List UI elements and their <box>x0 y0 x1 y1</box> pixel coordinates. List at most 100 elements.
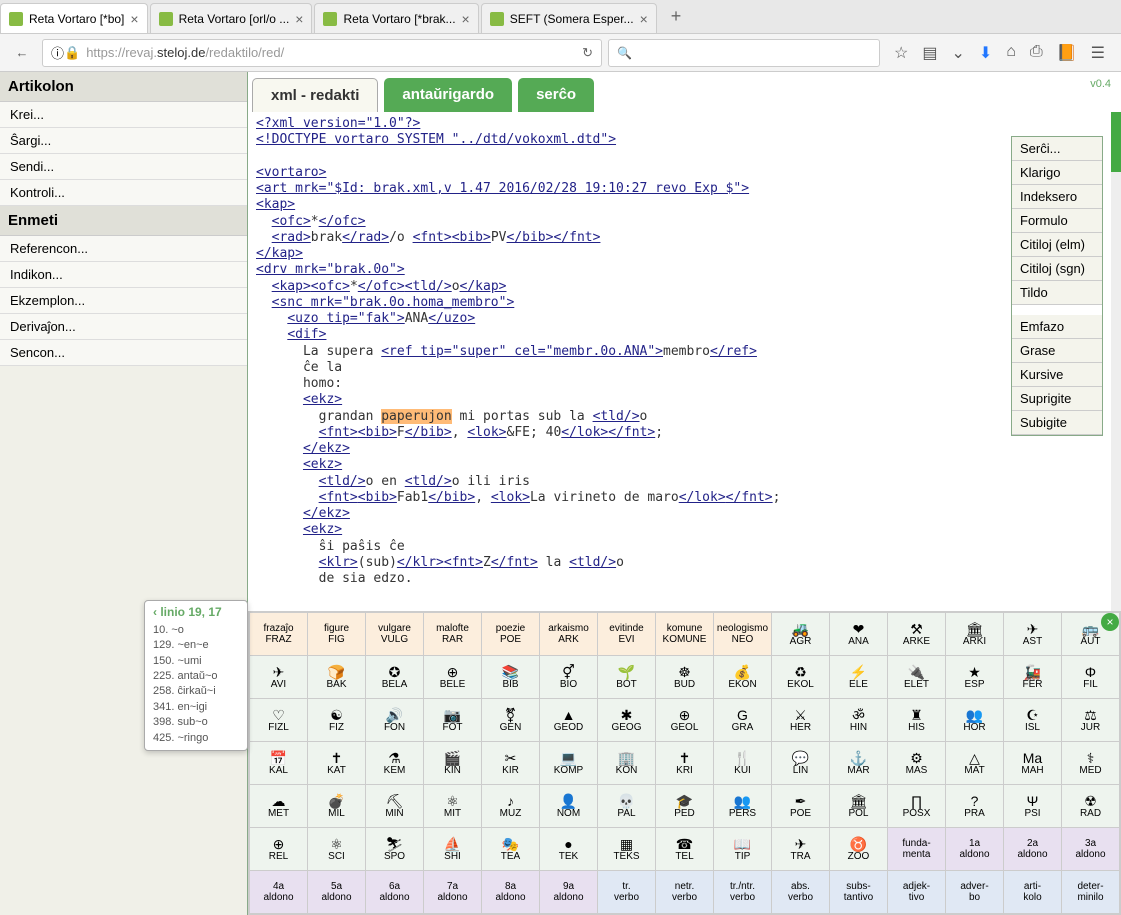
grid-cell-gen[interactable]: ⚧GEN <box>482 699 539 741</box>
enmeti-item[interactable]: Indikon... <box>0 262 247 288</box>
grid-cell-met[interactable]: ☁MET <box>250 785 307 827</box>
right-panel-item[interactable]: Citiloj (sgn) <box>1012 257 1102 281</box>
artikolon-item[interactable]: Sendi... <box>0 154 247 180</box>
right-panel-item[interactable]: Serĉi... <box>1012 137 1102 161</box>
grid-cell-tek[interactable]: ●TEK <box>540 828 597 870</box>
url-input[interactable]: ⓘ 🔒 https://revaj.steloj.de/redaktilo/re… <box>42 39 602 67</box>
grid-cell-fizl[interactable]: ♡FIZL <box>250 699 307 741</box>
download-icon[interactable]: ⬇ <box>979 43 992 63</box>
close-grid-button[interactable]: × <box>1101 613 1119 631</box>
grid-cell-pra[interactable]: ?PRA <box>946 785 1003 827</box>
reload-icon[interactable]: ↻ <box>582 45 593 61</box>
grid-cell-aldono[interactable]: 8aaldono <box>482 871 539 913</box>
browser-tab[interactable]: Reta Vortaro [*brak...× <box>314 3 478 33</box>
grid-cell-geol[interactable]: ⊕GEOL <box>656 699 713 741</box>
grid-cell-kolo[interactable]: arti-kolo <box>1004 871 1061 913</box>
grid-cell-nom[interactable]: 👤NOM <box>540 785 597 827</box>
grid-cell-komune[interactable]: komuneKOMUNE <box>656 613 713 655</box>
grid-cell-esp[interactable]: ★ESP <box>946 656 1003 698</box>
grid-cell-isl[interactable]: ☪ISL <box>1004 699 1061 741</box>
grid-cell-mil[interactable]: 💣MIL <box>308 785 365 827</box>
grid-cell-ark[interactable]: arkaismoARK <box>540 613 597 655</box>
grid-cell-ast[interactable]: ✈AST <box>1004 613 1061 655</box>
right-panel-item[interactable]: Klarigo <box>1012 161 1102 185</box>
grid-cell-poe[interactable]: ✒POE <box>772 785 829 827</box>
grid-cell-pers[interactable]: 👥PERS <box>714 785 771 827</box>
grid-cell-psi[interactable]: ΨPSI <box>1004 785 1061 827</box>
grid-cell-fer[interactable]: 🚂FER <box>1004 656 1061 698</box>
grid-cell-fon[interactable]: 🔊FON <box>366 699 423 741</box>
new-tab-button[interactable]: + <box>659 0 694 33</box>
artikolon-item[interactable]: Kontroli... <box>0 180 247 206</box>
grid-cell-fot[interactable]: 📷FOT <box>424 699 481 741</box>
grid-cell-kin[interactable]: 🎬KIN <box>424 742 481 784</box>
browser-tab[interactable]: Reta Vortaro [orl/o ...× <box>150 3 313 33</box>
enmeti-item[interactable]: Derivaĵon... <box>0 314 247 340</box>
grid-cell-mah[interactable]: MaMAH <box>1004 742 1061 784</box>
right-panel-item[interactable]: Subigite <box>1012 411 1102 435</box>
grid-cell-pol[interactable]: 🏛POL <box>830 785 887 827</box>
grid-cell-ekon[interactable]: 💰EKON <box>714 656 771 698</box>
grid-cell-rel[interactable]: ⊕REL <box>250 828 307 870</box>
grid-cell-vulg[interactable]: vulgareVULG <box>366 613 423 655</box>
grid-cell-zoo[interactable]: ♉ZOO <box>830 828 887 870</box>
grid-cell-fig[interactable]: figureFIG <box>308 613 365 655</box>
grid-cell-aldono[interactable]: 1aaldono <box>946 828 1003 870</box>
artikolon-item[interactable]: Ŝargi... <box>0 128 247 154</box>
right-panel-item[interactable]: Citiloj (elm) <box>1012 233 1102 257</box>
grid-cell-mar[interactable]: ⚓MAR <box>830 742 887 784</box>
pocket-icon[interactable]: ⌄ <box>951 43 964 63</box>
grid-cell-menta[interactable]: funda-menta <box>888 828 945 870</box>
grid-cell-fiz[interactable]: ☯FIZ <box>308 699 365 741</box>
grid-cell-kal[interactable]: 📅KAL <box>250 742 307 784</box>
grid-cell-sci[interactable]: ⚛SCI <box>308 828 365 870</box>
artikolon-item[interactable]: Krei... <box>0 102 247 128</box>
grid-cell-mat[interactable]: △MAT <box>946 742 1003 784</box>
grid-cell-ekol[interactable]: ♻EKOL <box>772 656 829 698</box>
enmeti-item[interactable]: Sencon... <box>0 340 247 366</box>
content-tab[interactable]: serĉo <box>518 78 594 112</box>
grid-cell-fil[interactable]: ΦFIL <box>1062 656 1119 698</box>
grid-cell-kui[interactable]: 🍴KUI <box>714 742 771 784</box>
grid-cell-bele[interactable]: ⊕BELE <box>424 656 481 698</box>
grid-cell-aldono[interactable]: 9aaldono <box>540 871 597 913</box>
grid-cell-gra[interactable]: GGRA <box>714 699 771 741</box>
grid-cell-kon[interactable]: 🏢KON <box>598 742 655 784</box>
enmeti-item[interactable]: Referencon... <box>0 236 247 262</box>
menu-icon[interactable]: ☰ <box>1091 43 1105 63</box>
right-panel-item[interactable]: Suprigite <box>1012 387 1102 411</box>
tab-close-icon[interactable]: × <box>295 11 303 27</box>
grid-cell-bela[interactable]: ✪BELA <box>366 656 423 698</box>
tab-close-icon[interactable]: × <box>130 11 138 27</box>
grid-cell-ana[interactable]: ❤ANA <box>830 613 887 655</box>
grid-cell-aldono[interactable]: 6aaldono <box>366 871 423 913</box>
grid-cell-tip[interactable]: 📖TIP <box>714 828 771 870</box>
screenshot-icon[interactable]: ⎙ <box>1030 43 1043 63</box>
xml-editor[interactable]: <?xml version="1.0"?> <!DOCTYPE vortaro … <box>248 112 1121 611</box>
right-panel-item[interactable]: Tildo <box>1012 281 1102 305</box>
grid-cell-kir[interactable]: ✂KIR <box>482 742 539 784</box>
right-panel-item[interactable]: Grase <box>1012 339 1102 363</box>
home-icon[interactable]: ⌂ <box>1006 43 1016 63</box>
grid-cell-verbo[interactable]: tr.verbo <box>598 871 655 913</box>
grid-cell-muz[interactable]: ♪MUZ <box>482 785 539 827</box>
grid-cell-verbo[interactable]: tr./ntr.verbo <box>714 871 771 913</box>
grid-cell-hor[interactable]: 👥HOR <box>946 699 1003 741</box>
grid-cell-arki[interactable]: 🏛ARKI <box>946 613 1003 655</box>
grid-cell-kri[interactable]: ✝KRI <box>656 742 713 784</box>
grid-cell-tantivo[interactable]: subs-tantivo <box>830 871 887 913</box>
right-panel-item[interactable]: Emfazo <box>1012 315 1102 339</box>
grid-cell-her[interactable]: ⚔HER <box>772 699 829 741</box>
tab-close-icon[interactable]: × <box>462 11 470 27</box>
grid-cell-med[interactable]: ⚕MED <box>1062 742 1119 784</box>
grid-cell-tea[interactable]: 🎭TEA <box>482 828 539 870</box>
grid-cell-bib[interactable]: 📚BIB <box>482 656 539 698</box>
grid-cell-jur[interactable]: ⚖JUR <box>1062 699 1119 741</box>
grid-cell-pal[interactable]: 💀PAL <box>598 785 655 827</box>
grid-cell-aldono[interactable]: 7aaldono <box>424 871 481 913</box>
grid-cell-bo[interactable]: adver-bo <box>946 871 1003 913</box>
grid-cell-bio[interactable]: ⚥BIO <box>540 656 597 698</box>
grid-cell-aldono[interactable]: 5aaldono <box>308 871 365 913</box>
grid-cell-lin[interactable]: 💬LIN <box>772 742 829 784</box>
grid-cell-agr[interactable]: 🚜AGR <box>772 613 829 655</box>
